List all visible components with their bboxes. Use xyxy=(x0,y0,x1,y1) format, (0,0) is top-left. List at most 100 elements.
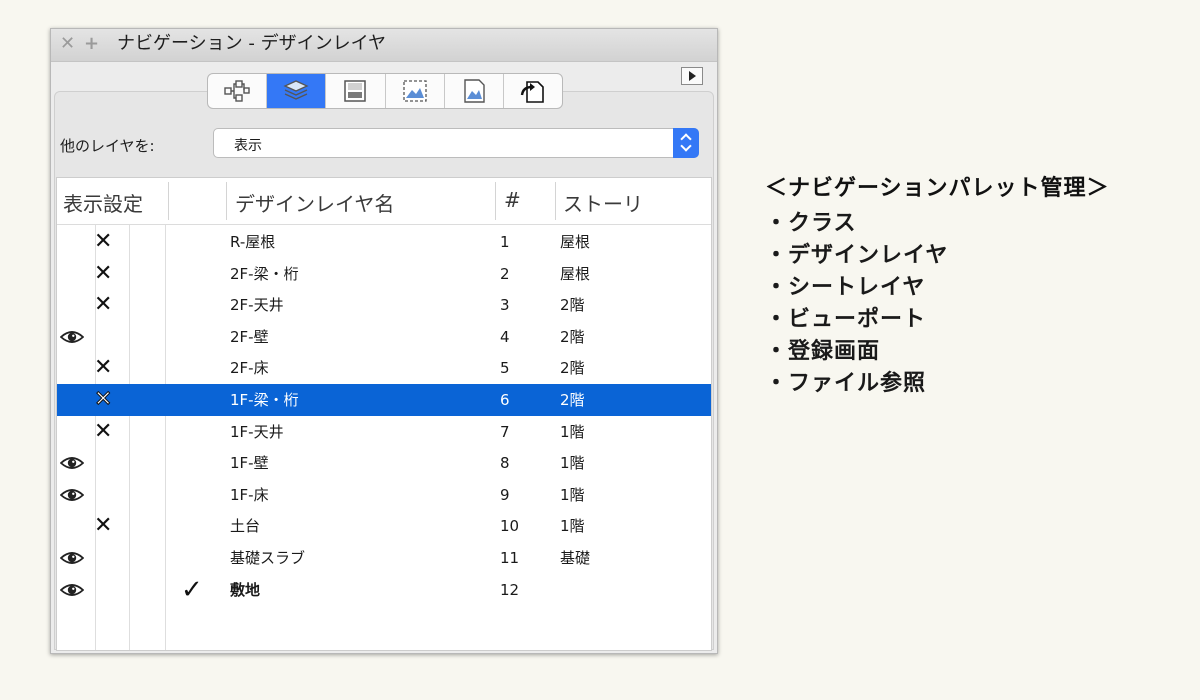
table-header: 表示設定 デザインレイヤ名 # ストーリ xyxy=(57,178,711,225)
tab-viewports[interactable] xyxy=(384,74,444,108)
layer-number: 3 xyxy=(500,296,510,315)
layer-name: 2F-梁・桁 xyxy=(230,264,299,283)
layer-number: 6 xyxy=(500,391,510,409)
layers-icon xyxy=(283,80,309,100)
other-layers-select[interactable]: 表示 xyxy=(213,128,699,158)
tab-design-layers[interactable] xyxy=(266,74,326,108)
layer-number: 7 xyxy=(500,422,510,441)
layer-number: 5 xyxy=(500,359,510,378)
table-row[interactable]: ✕ 2F-天井 3 2階 xyxy=(57,289,711,321)
column-header-name[interactable]: デザインレイヤ名 xyxy=(235,188,394,217)
eye-icon[interactable] xyxy=(60,486,84,504)
side-note-item: ・クラス xyxy=(765,211,857,236)
eye-icon[interactable] xyxy=(60,328,84,346)
hidden-icon[interactable]: ✕ xyxy=(94,514,112,538)
palette-title: ナビゲーション - デザインレイヤ xyxy=(117,33,387,54)
layer-story: 屋根 xyxy=(560,264,591,283)
side-note-item: ・登録画面 xyxy=(765,339,881,364)
table-row[interactable]: ✕ R-屋根 1 屋根 xyxy=(57,226,711,258)
hidden-icon[interactable]: ✕ xyxy=(94,356,112,380)
layer-story: 1階 xyxy=(560,517,585,536)
checkmark-icon[interactable]: ✓ xyxy=(181,575,203,605)
layer-story: 2階 xyxy=(560,296,585,315)
table-row[interactable]: 1F-床 9 1階 xyxy=(57,479,711,511)
design-layer-table: 表示設定 デザインレイヤ名 # ストーリ ✕ R-屋根 1 屋根 ✕ 2F-梁・桁 2 屋根 ✕… xyxy=(56,177,712,651)
header-divider xyxy=(168,182,169,220)
layer-number: 12 xyxy=(500,580,520,599)
layer-number: 1 xyxy=(500,233,510,251)
table-row[interactable]: 1F-壁 8 1階 xyxy=(57,447,711,479)
header-divider xyxy=(226,182,227,220)
layer-name: 1F-壁 xyxy=(230,454,269,473)
layer-number: 9 xyxy=(500,485,510,504)
side-note-title: ＜ナビゲーションパレット管理＞ xyxy=(765,176,1110,201)
add-icon[interactable]: + xyxy=(84,34,99,54)
tab-references[interactable] xyxy=(502,74,562,108)
table-row[interactable]: ✕ 1F-天井 7 1階 xyxy=(57,416,711,448)
table-row[interactable]: 2F-壁 4 2階 xyxy=(57,321,711,353)
layer-story: 1階 xyxy=(560,422,585,441)
layer-story: 屋根 xyxy=(560,233,591,251)
hidden-icon[interactable]: ✕ xyxy=(94,230,112,254)
layer-name: 2F-天井 xyxy=(230,296,284,315)
table-row[interactable]: ✕ 2F-梁・桁 2 屋根 xyxy=(57,258,711,290)
tab-classes[interactable] xyxy=(208,74,266,108)
layer-name: 1F-梁・桁 xyxy=(230,391,299,409)
layer-story: 基礎 xyxy=(560,549,591,567)
layer-name: 2F-壁 xyxy=(230,327,269,346)
layer-name: R-屋根 xyxy=(230,233,276,251)
saved-view-icon xyxy=(464,79,485,103)
layer-name: 敷地 xyxy=(230,580,261,599)
hidden-icon[interactable]: ✕ xyxy=(94,419,112,444)
layer-number: 8 xyxy=(500,454,510,473)
tab-sheet-layers[interactable] xyxy=(325,74,384,108)
layer-number: 10 xyxy=(500,517,520,536)
layer-name: 2F-床 xyxy=(230,359,269,378)
side-note-item: ・シートレイヤ xyxy=(765,275,926,300)
class-tree-icon xyxy=(224,80,250,102)
layer-name: 1F-床 xyxy=(230,485,269,504)
other-layers-select-value: 表示 xyxy=(234,138,262,154)
eye-icon[interactable] xyxy=(60,549,84,567)
layer-story: 2階 xyxy=(560,359,585,378)
header-divider xyxy=(495,182,496,220)
layer-number: 4 xyxy=(500,327,510,346)
table-row[interactable]: ✕ 1F-梁・桁 6 2階 xyxy=(57,384,711,416)
table-row[interactable]: 基礎スラブ 11 基礎 xyxy=(57,542,711,574)
viewport-icon xyxy=(402,80,427,102)
palette-titlebar: ✕ + ナビゲーション - デザインレイヤ xyxy=(51,29,717,62)
hidden-icon[interactable]: ✕ xyxy=(94,293,112,317)
layer-story: 2階 xyxy=(560,327,585,346)
hidden-icon[interactable]: ✕ xyxy=(94,261,112,286)
chevron-updown-icon[interactable] xyxy=(673,128,699,158)
reference-file-icon xyxy=(520,81,544,103)
side-note-list: ・クラス ・デザインレイヤ ・シートレイヤ ・ビューポート ・登録画面 ・ファイ… xyxy=(765,208,948,400)
side-note-item: ・デザインレイヤ xyxy=(765,243,949,268)
header-divider xyxy=(555,182,556,220)
column-header-number[interactable]: # xyxy=(504,188,521,212)
navigation-palette: ✕ + ナビゲーション - デザインレイヤ 他のレイヤを: 表示 表示設定 デザ… xyxy=(50,28,718,654)
eye-icon[interactable] xyxy=(60,581,84,599)
table-row[interactable]: ✕ 2F-床 5 2階 xyxy=(57,352,711,384)
palette-menu-arrow-icon[interactable] xyxy=(681,67,703,85)
layer-story: 1階 xyxy=(560,454,585,473)
layer-name: 1F-天井 xyxy=(230,422,284,441)
side-note-item: ・ファイル参照 xyxy=(765,371,927,396)
layer-number: 11 xyxy=(500,549,520,567)
column-header-visibility[interactable]: 表示設定 xyxy=(63,188,143,217)
layer-name: 土台 xyxy=(230,517,261,536)
hidden-icon[interactable]: ✕ xyxy=(93,387,112,412)
layer-story: 1階 xyxy=(560,485,585,504)
layer-number: 2 xyxy=(500,264,510,283)
sheet-icon xyxy=(344,80,367,102)
close-icon[interactable]: ✕ xyxy=(60,34,75,54)
side-note-item: ・ビューポート xyxy=(765,307,927,332)
tab-saved-views[interactable] xyxy=(443,74,503,108)
layer-story: 2階 xyxy=(560,391,585,409)
other-layers-label: 他のレイヤを: xyxy=(60,137,155,155)
eye-icon[interactable] xyxy=(60,454,84,472)
table-row[interactable]: ✕ 土台 10 1階 xyxy=(57,510,711,542)
column-header-story[interactable]: ストーリ xyxy=(563,188,643,217)
table-row[interactable]: ✓ 敷地 12 xyxy=(57,574,711,606)
navigation-tabs xyxy=(207,73,563,109)
